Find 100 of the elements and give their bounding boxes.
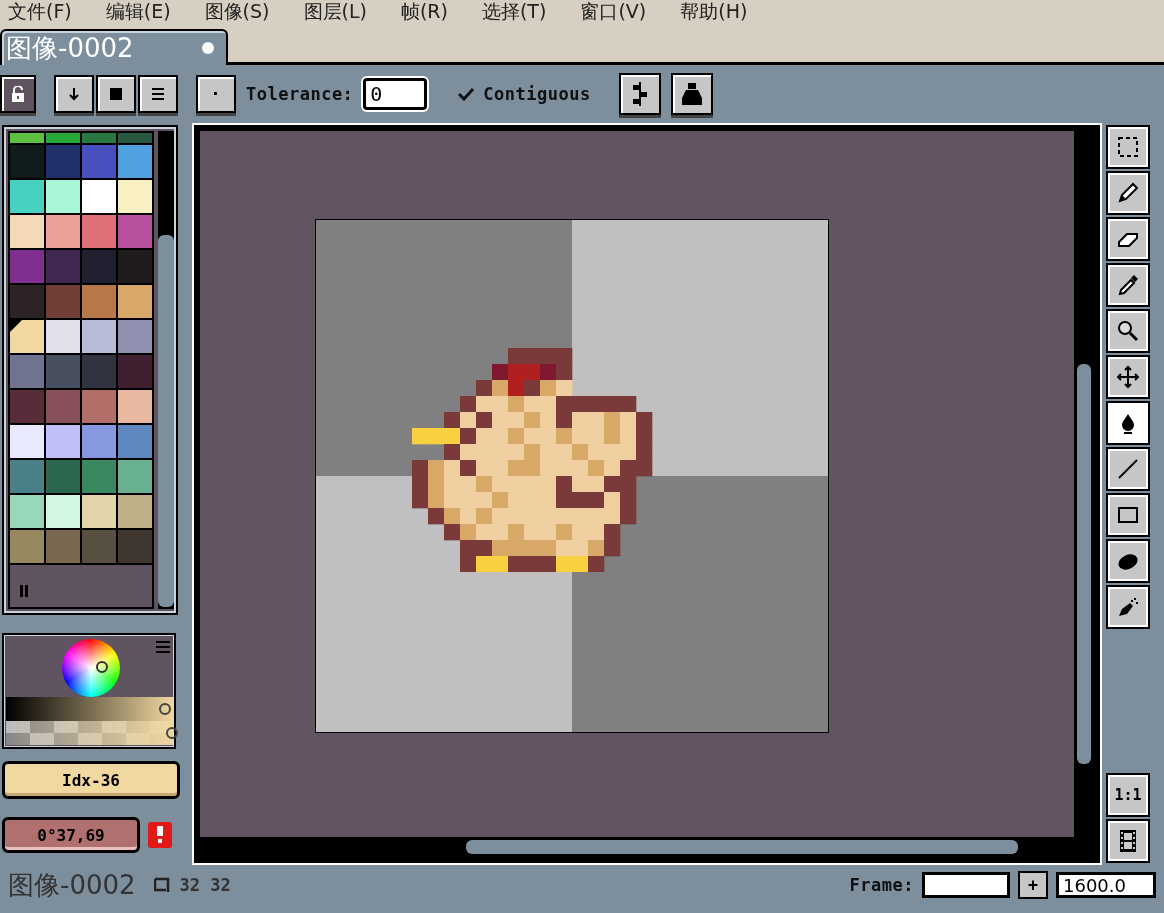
tool-button[interactable] bbox=[1106, 171, 1150, 215]
brush-size-button[interactable] bbox=[196, 75, 236, 113]
tool-button[interactable] bbox=[1106, 493, 1150, 537]
tool-button[interactable] bbox=[1106, 309, 1150, 353]
color-swatch[interactable] bbox=[10, 425, 44, 458]
color-swatch[interactable] bbox=[118, 180, 152, 213]
lock-button[interactable] bbox=[0, 75, 36, 113]
color-swatch[interactable] bbox=[118, 145, 152, 178]
menu-item[interactable]: 图层(L) bbox=[303, 0, 367, 22]
actual-size-button[interactable]: 1:1 bbox=[1106, 773, 1150, 817]
color-swatch[interactable] bbox=[10, 460, 44, 493]
color-swatch[interactable] bbox=[82, 390, 116, 423]
mode-button[interactable] bbox=[54, 75, 94, 113]
color-wheel[interactable] bbox=[62, 639, 120, 697]
color-swatch[interactable] bbox=[10, 250, 44, 283]
color-swatch[interactable] bbox=[82, 285, 116, 318]
color-swatch[interactable] bbox=[46, 215, 80, 248]
color-swatch[interactable] bbox=[10, 390, 44, 423]
color-swatch[interactable] bbox=[118, 215, 152, 248]
color-swatch[interactable] bbox=[46, 530, 80, 563]
menu-item[interactable]: 编辑(E) bbox=[105, 0, 171, 22]
color-swatch[interactable] bbox=[82, 215, 116, 248]
wheel-handle[interactable] bbox=[96, 661, 108, 673]
magnifier-icon bbox=[1116, 319, 1140, 343]
color-swatch[interactable] bbox=[10, 530, 44, 563]
menu-item[interactable]: 帮助(H) bbox=[680, 0, 748, 22]
slider-handle[interactable] bbox=[166, 727, 178, 739]
color-swatch[interactable] bbox=[10, 215, 44, 248]
tool-button[interactable] bbox=[1106, 401, 1150, 445]
slider-handle[interactable] bbox=[158, 703, 171, 715]
airbrush-icon bbox=[1116, 595, 1140, 619]
color-swatch[interactable] bbox=[46, 495, 80, 528]
menu-item[interactable]: 选择(T) bbox=[481, 0, 547, 22]
color-swatch[interactable] bbox=[46, 180, 80, 213]
down-arrow-icon bbox=[68, 87, 80, 101]
canvas-size: 32 32 bbox=[179, 875, 231, 895]
color-swatch[interactable] bbox=[118, 285, 152, 318]
line-icon bbox=[1116, 457, 1140, 481]
color-swatch[interactable] bbox=[10, 145, 44, 178]
tool-button[interactable] bbox=[1106, 585, 1150, 629]
zoom-field[interactable]: 1600.0 bbox=[1056, 872, 1156, 898]
color-index-button[interactable]: Idx-36 bbox=[2, 761, 180, 799]
color-swatch[interactable] bbox=[46, 133, 80, 143]
color-swatch[interactable] bbox=[46, 460, 80, 493]
color-swatch[interactable] bbox=[46, 390, 80, 423]
frames-button[interactable] bbox=[1106, 819, 1150, 863]
color-swatch[interactable] bbox=[82, 460, 116, 493]
canvas-size-icon bbox=[153, 876, 172, 894]
menu-item[interactable]: 图像(S) bbox=[204, 0, 270, 22]
tool-button[interactable] bbox=[1106, 263, 1150, 307]
color-swatch[interactable] bbox=[10, 495, 44, 528]
color-swatch[interactable] bbox=[118, 495, 152, 528]
color-swatch[interactable] bbox=[10, 320, 44, 353]
color-swatch[interactable] bbox=[118, 460, 152, 493]
color-swatch[interactable] bbox=[46, 320, 80, 353]
color-swatch[interactable] bbox=[118, 320, 152, 353]
color-swatch[interactable] bbox=[82, 320, 116, 353]
color-swatch[interactable] bbox=[82, 495, 116, 528]
color-swatch[interactable] bbox=[118, 133, 152, 143]
color-swatch[interactable] bbox=[10, 133, 44, 143]
frame-field[interactable] bbox=[922, 872, 1010, 898]
color-swatch[interactable] bbox=[46, 250, 80, 283]
tolerance-field[interactable]: 0 bbox=[363, 78, 428, 110]
color-swatch[interactable] bbox=[82, 133, 116, 143]
palette-scrollbar[interactable] bbox=[158, 131, 174, 609]
color-swatch[interactable] bbox=[10, 355, 44, 388]
menu-item[interactable]: 文件(F) bbox=[8, 0, 72, 22]
color-value-button[interactable]: 0°37,69 bbox=[2, 817, 140, 853]
mode-button[interactable] bbox=[138, 75, 178, 113]
tool-button[interactable] bbox=[1106, 539, 1150, 583]
mode-button[interactable] bbox=[96, 75, 136, 113]
color-swatch[interactable] bbox=[46, 285, 80, 318]
frame-step-button[interactable]: + bbox=[1018, 871, 1048, 899]
tool-button[interactable] bbox=[1106, 355, 1150, 399]
tool-button[interactable] bbox=[1106, 125, 1150, 169]
color-swatch[interactable] bbox=[82, 530, 116, 563]
color-swatch[interactable] bbox=[118, 425, 152, 458]
contiguous-checkbox[interactable]: Contiguous bbox=[457, 84, 591, 104]
color-swatch[interactable] bbox=[10, 285, 44, 318]
color-swatch[interactable] bbox=[82, 180, 116, 213]
ink-button[interactable] bbox=[670, 73, 713, 115]
color-swatch[interactable] bbox=[118, 530, 152, 563]
color-swatch[interactable] bbox=[118, 390, 152, 423]
color-swatch[interactable] bbox=[46, 355, 80, 388]
color-swatch[interactable] bbox=[118, 355, 152, 388]
settings-button[interactable] bbox=[618, 73, 661, 115]
tool-button[interactable] bbox=[1106, 447, 1150, 491]
lines-icon bbox=[151, 87, 165, 101]
shade-slider[interactable] bbox=[6, 697, 174, 721]
color-swatch[interactable] bbox=[82, 145, 116, 178]
color-swatch[interactable] bbox=[46, 145, 80, 178]
color-swatch[interactable] bbox=[10, 180, 44, 213]
color-swatch[interactable] bbox=[82, 425, 116, 458]
menu-item[interactable]: 窗口(V) bbox=[580, 0, 647, 22]
color-swatch[interactable] bbox=[82, 250, 116, 283]
color-swatch[interactable] bbox=[118, 250, 152, 283]
color-swatch[interactable] bbox=[82, 355, 116, 388]
menu-item[interactable]: 帧(R) bbox=[400, 0, 448, 22]
tool-button[interactable] bbox=[1106, 217, 1150, 261]
color-swatch[interactable] bbox=[46, 425, 80, 458]
